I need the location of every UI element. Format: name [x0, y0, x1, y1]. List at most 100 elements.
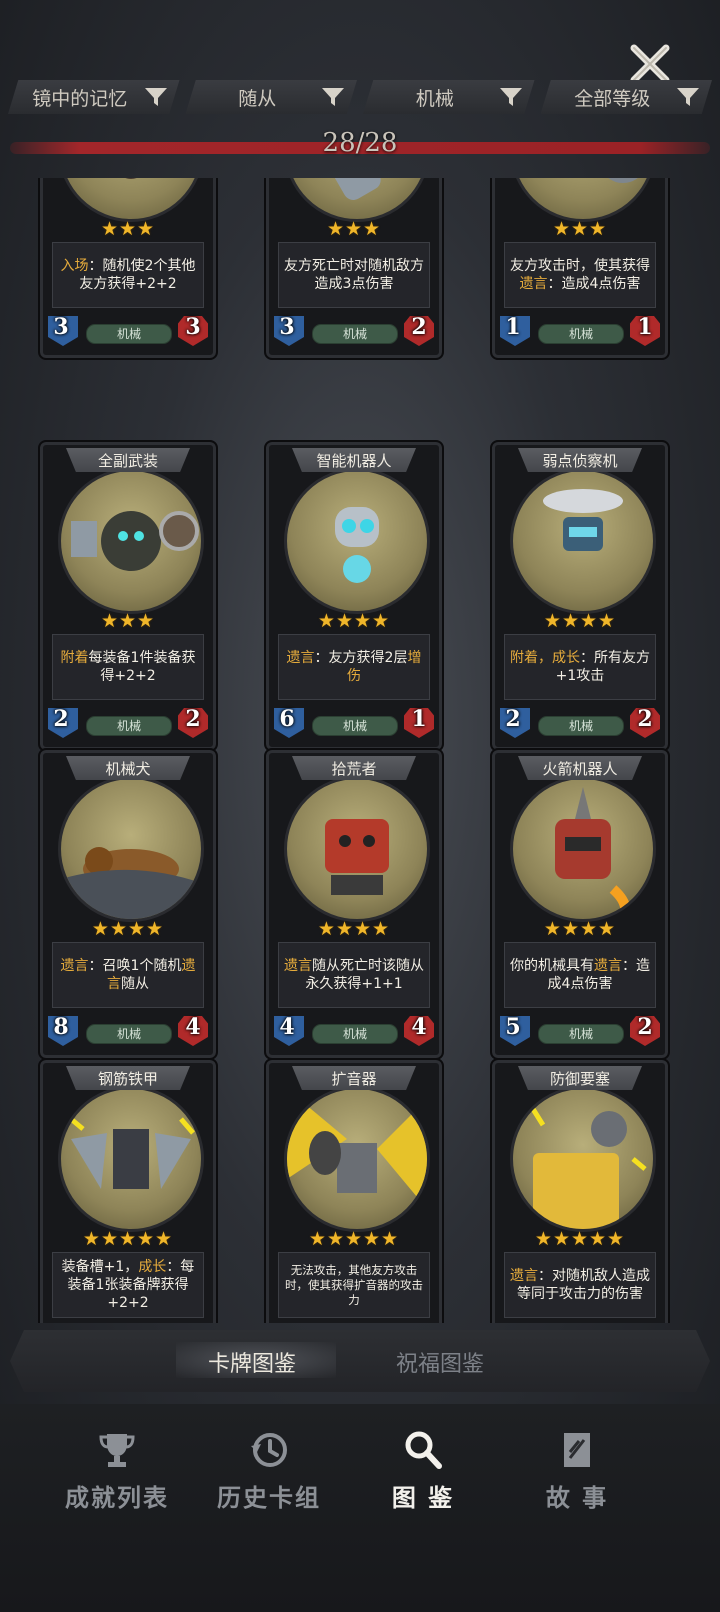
card-stars: ★★★	[326, 218, 382, 240]
health-value: 4	[411, 1014, 427, 1040]
tab-card-gallery[interactable]: 卡牌图鉴	[208, 1346, 296, 1378]
filter-collection[interactable]: 镜中的记忆	[8, 80, 180, 114]
description-text: 友方攻击时，使其获得	[510, 258, 650, 274]
minion-card[interactable]: 弱点侦察机 ★★★★ 附着，成长：所有友方+1攻击 2 2 机械	[490, 440, 670, 752]
keyword-text: 成长	[138, 1259, 167, 1275]
card-description: 无法攻击，其他友方攻击时，使其获得扩音器的攻击力	[278, 1252, 430, 1318]
trophy-icon	[99, 1434, 135, 1467]
card-art	[510, 178, 656, 222]
minion-card[interactable]: ★★★ 友方死亡时对随机敌方造成3点伤害 3 2 机械	[264, 178, 444, 360]
card-art	[510, 776, 656, 922]
card-art	[58, 776, 204, 922]
magnifier-icon	[405, 1431, 442, 1469]
nav-label: 历史卡组	[217, 1484, 321, 1512]
card-stars: ★★★★	[543, 918, 617, 940]
card-type: 机械	[86, 324, 172, 344]
nav-history-decks[interactable]: 历史卡组	[194, 1430, 344, 1513]
card-name: 钢筋铁甲	[66, 1066, 190, 1090]
card-stars: ★★★	[552, 218, 608, 240]
card-type: 机械	[312, 324, 398, 344]
keyword-text: 遗言	[519, 276, 548, 292]
minion-card[interactable]: ★★★ 入场：随机使2个其他友方获得+2+2 3 3 机械	[38, 178, 218, 360]
card-art	[284, 468, 430, 614]
minion-card[interactable]: 火箭机器人 ★★★★ 你的机械具有遗言：造成4点伤害 5 2 机械	[490, 748, 670, 1060]
card-description: 遗言：召唤1个随机遗言随从	[52, 942, 204, 1008]
description-text: ：友方获得2层	[314, 650, 408, 666]
card-description: 入场：随机使2个其他友方获得+2+2	[52, 242, 204, 308]
attack-value: 3	[53, 314, 69, 340]
attack-value: 4	[279, 1014, 295, 1040]
description-text: 你的机械具有	[510, 958, 594, 974]
description-text: ：随机使2个其他友方获得+2+2	[79, 258, 196, 292]
card-stars: ★★★★	[317, 610, 391, 632]
nav-label: 故 事	[545, 1484, 609, 1512]
health-value: 1	[411, 706, 427, 732]
keyword-text: 附着，成长	[510, 650, 580, 666]
minion-card[interactable]: 防御要塞★★★★★遗言：对随机敌人造成等同于攻击力的伤害77机械	[490, 1058, 670, 1323]
card-description: 装备槽+1，成长：每装备1张装备牌获得+2+2	[52, 1252, 204, 1318]
card-stars: ★★★	[100, 218, 156, 240]
card-description: 附着，成长：所有友方+1攻击	[504, 634, 656, 700]
card-art	[58, 178, 204, 222]
keyword-text: 遗言	[60, 958, 89, 974]
card-type: 机械	[538, 324, 624, 344]
description-text: ：召唤1个随机	[88, 958, 182, 974]
filter-level[interactable]: 全部等级	[540, 80, 712, 114]
attack-value: 1	[505, 314, 521, 340]
attack-value: 3	[279, 314, 295, 340]
keyword-text: 入场	[60, 258, 89, 274]
card-type: 机械	[312, 1024, 398, 1044]
gallery-tabs	[10, 1330, 710, 1392]
card-description: 你的机械具有遗言：造成4点伤害	[504, 942, 656, 1008]
description-text: 友方死亡时对随机敌方造成3点伤害	[284, 258, 424, 292]
minion-card[interactable]: ★★★ 友方攻击时，使其获得遗言：造成4点伤害 1 1 机械	[490, 178, 670, 360]
minion-card[interactable]: 扩音器★★★★★无法攻击，其他友方攻击时，使其获得扩音器的攻击力38机械	[264, 1058, 444, 1323]
keyword-text: 遗言	[286, 650, 315, 666]
funnel-icon	[144, 88, 167, 106]
filter-label: 全部等级	[574, 87, 651, 110]
card-art	[58, 1086, 204, 1232]
card-art	[284, 1086, 430, 1232]
card-stars: ★★★★	[543, 610, 617, 632]
card-description: 附着每装备1件装备获得+2+2	[52, 634, 204, 700]
nav-label: 图 鉴	[391, 1484, 455, 1512]
minion-card[interactable]: 钢筋铁甲★★★★★装备槽+1，成长：每装备1张装备牌获得+2+248机械	[38, 1058, 218, 1323]
card-name: 弱点侦察机	[518, 448, 642, 472]
description-text: 装备槽+1，	[61, 1259, 139, 1275]
health-value: 3	[185, 314, 201, 340]
nav-label: 成就列表	[65, 1484, 169, 1512]
keyword-text: 遗言	[510, 1268, 538, 1284]
health-value: 1	[637, 314, 653, 340]
book-icon	[564, 1433, 590, 1467]
history-icon	[251, 1433, 287, 1467]
filter-card-type[interactable]: 随从	[185, 80, 357, 114]
minion-card[interactable]: 拾荒者 ★★★★ 遗言随从死亡时该随从永久获得+1+1 4 4 机械	[264, 748, 444, 1060]
attack-value: 6	[279, 706, 295, 732]
card-art	[284, 776, 430, 922]
filter-tribe[interactable]: 机械	[363, 80, 535, 114]
card-art	[510, 1086, 656, 1232]
card-name: 火箭机器人	[518, 756, 642, 780]
nav-story[interactable]: 故 事	[502, 1430, 652, 1513]
attack-value: 8	[53, 1014, 69, 1040]
card-name: 扩音器	[292, 1066, 416, 1090]
tab-blessing-gallery[interactable]: 祝福图鉴	[396, 1346, 484, 1378]
card-description: 友方攻击时，使其获得遗言：造成4点伤害	[504, 242, 656, 308]
card-stars: ★★★★★	[308, 1228, 400, 1250]
filter-label: 机械	[415, 87, 454, 110]
minion-card[interactable]: 智能机器人 ★★★★ 遗言：友方获得2层增伤 6 1 机械	[264, 440, 444, 752]
card-grid: ★★★ 入场：随机使2个其他友方获得+2+2 3 3 机械 ★★★ 友方死亡时对随机敌方造成…	[0, 178, 720, 1323]
funnel-icon	[322, 88, 344, 106]
card-name: 智能机器人	[292, 448, 416, 472]
card-type: 机械	[538, 716, 624, 736]
nav-gallery[interactable]: 图 鉴	[348, 1430, 498, 1513]
minion-card[interactable]: 全副武装 ★★★ 附着每装备1件装备获得+2+2 2 2 机械	[38, 440, 218, 752]
card-counter: 28/28	[322, 128, 398, 158]
card-description: 友方死亡时对随机敌方造成3点伤害	[278, 242, 430, 308]
minion-card[interactable]: 机械犬 ★★★★ 遗言：召唤1个随机遗言随从 8 4 机械	[38, 748, 218, 1060]
card-name: 全副武装	[66, 448, 190, 472]
card-type: 机械	[312, 716, 398, 736]
card-stars: ★★★★	[317, 918, 391, 940]
description-text: 随从	[121, 976, 149, 992]
nav-achievements[interactable]: 成就列表	[42, 1430, 192, 1513]
